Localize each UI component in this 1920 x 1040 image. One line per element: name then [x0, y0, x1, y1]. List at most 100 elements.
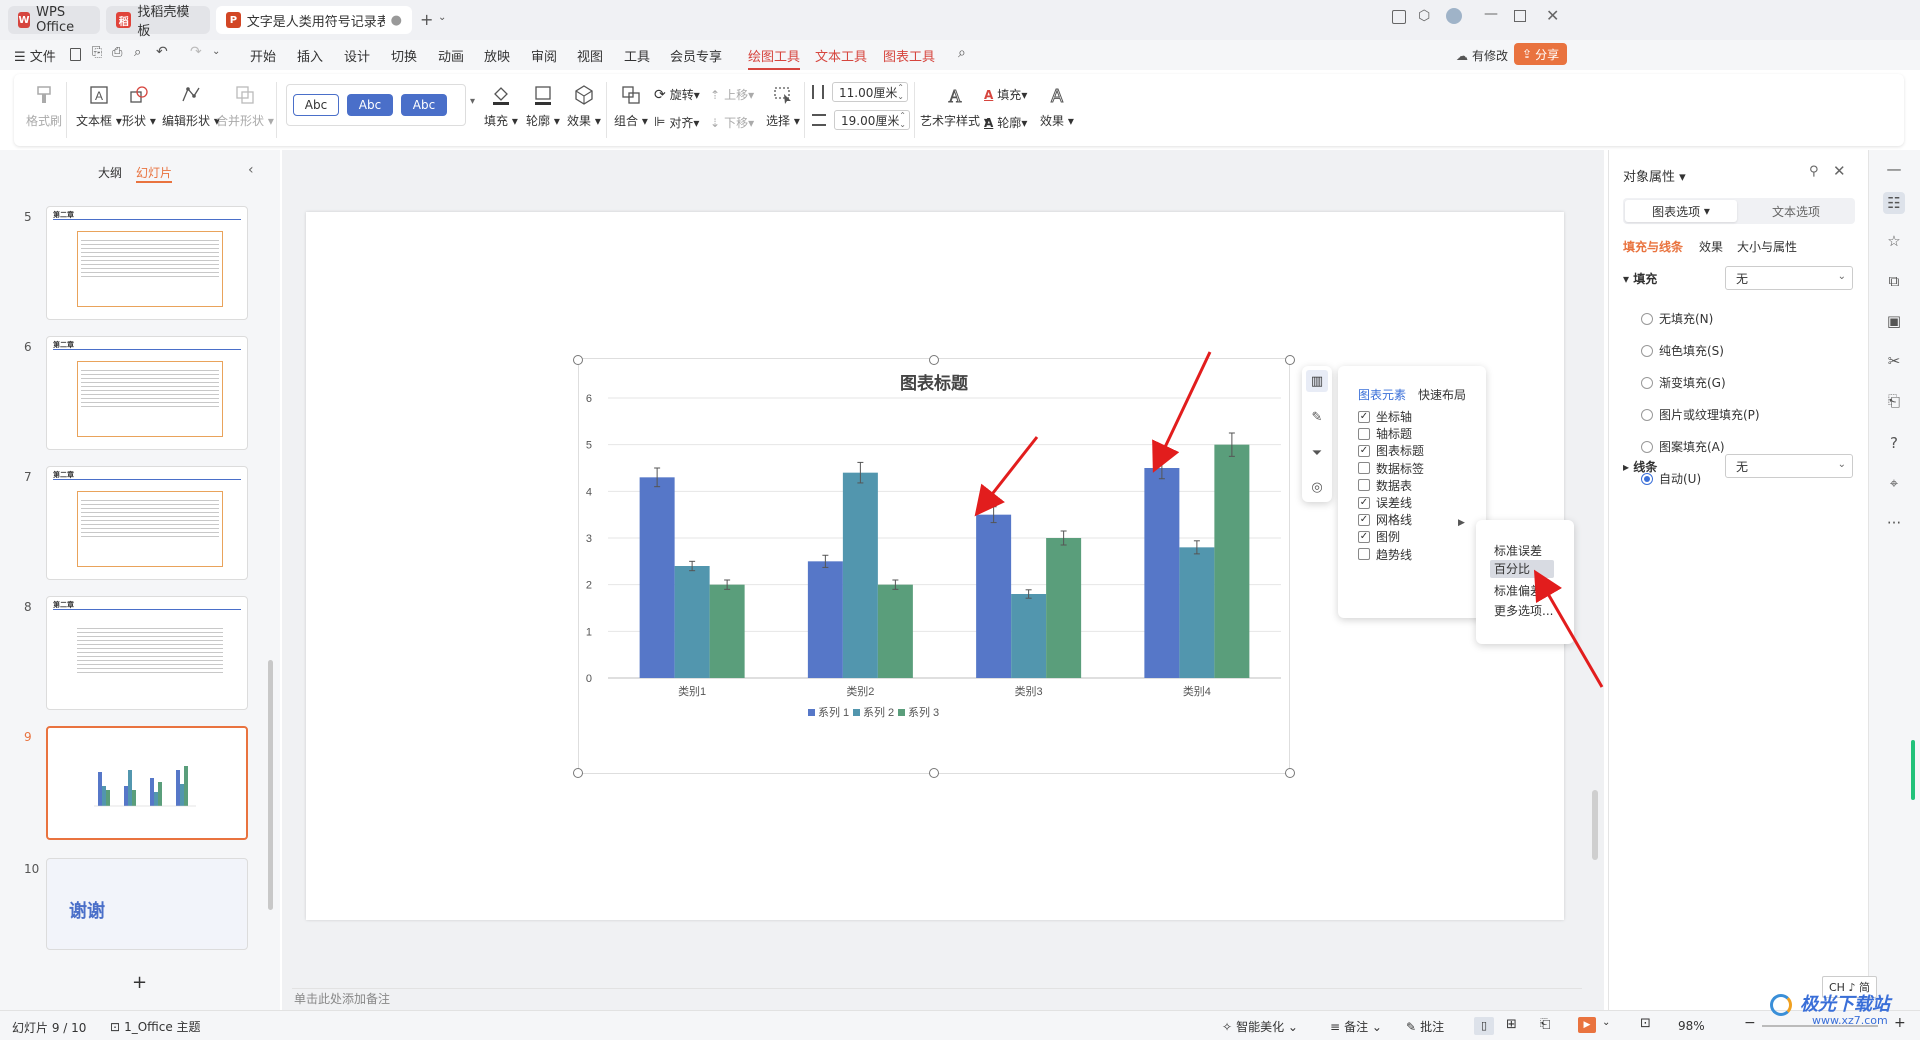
- width-input[interactable]: 11.00厘米 ⌃ ⌄: [832, 82, 908, 102]
- chart-filter-icon[interactable]: ⏷: [1306, 442, 1328, 464]
- menu-design[interactable]: 设计: [344, 46, 370, 65]
- more-icon[interactable]: ⌄: [212, 46, 220, 57]
- bar[interactable]: [877, 584, 913, 678]
- tab-text-options[interactable]: 文本选项: [1739, 200, 1853, 222]
- chart-title[interactable]: 图表标题: [900, 373, 969, 393]
- style-filled-1[interactable]: Abc: [347, 94, 393, 116]
- search-icon[interactable]: ⌕: [958, 45, 966, 61]
- image-icon[interactable]: ▣: [1883, 310, 1905, 332]
- subtab-fill-line[interactable]: 填充与线条: [1623, 238, 1683, 255]
- chart-element-option[interactable]: 趋势线: [1358, 546, 1412, 563]
- outline-button[interactable]: 轮廓 ▾: [526, 84, 560, 129]
- fill-button[interactable]: 填充 ▾: [484, 84, 518, 129]
- menu-text-tools[interactable]: 文本工具: [815, 46, 867, 65]
- avatar[interactable]: [1446, 8, 1462, 24]
- fill-dropdown[interactable]: 无 ⌄: [1725, 266, 1853, 290]
- print-icon[interactable]: ⎙: [112, 45, 122, 60]
- cursor-icon[interactable]: ⌖: [1883, 472, 1905, 494]
- menu-tools[interactable]: 工具: [624, 46, 650, 65]
- bar[interactable]: [674, 566, 710, 678]
- modified-status[interactable]: ☁ 有修改: [1456, 47, 1508, 64]
- line-section[interactable]: ▸ 线条: [1623, 458, 1657, 475]
- bar[interactable]: [976, 514, 1012, 678]
- theme-indicator[interactable]: ⊡ 1_Office 主题: [110, 1018, 201, 1035]
- slides-tab[interactable]: 幻灯片: [136, 164, 173, 183]
- nav-scrollbar[interactable]: [268, 660, 273, 910]
- export-icon[interactable]: ⎘: [92, 45, 102, 60]
- line-dropdown[interactable]: 无 ⌄: [1725, 454, 1853, 478]
- style-filled-2[interactable]: Abc: [401, 94, 447, 116]
- chart-elements-icon[interactable]: ▥: [1306, 370, 1328, 392]
- properties-icon[interactable]: ☷: [1883, 192, 1905, 214]
- submenu-more-options[interactable]: 更多选项...: [1494, 602, 1553, 619]
- chart-element-option[interactable]: 轴标题: [1358, 425, 1412, 442]
- select-button[interactable]: 选择 ▾: [766, 84, 800, 129]
- file-menu[interactable]: ☰ 文件: [14, 46, 56, 65]
- undo-icon[interactable]: ↶: [156, 44, 168, 60]
- menu-insert[interactable]: 插入: [297, 46, 323, 65]
- menu-chart-tools[interactable]: 图表工具: [883, 46, 935, 65]
- slide-thumbnail-5[interactable]: 第二章: [46, 206, 248, 320]
- maximize-icon[interactable]: [1514, 10, 1526, 22]
- outline-tab[interactable]: 大纲: [98, 164, 122, 181]
- play-menu-icon[interactable]: ⌄: [1602, 1017, 1610, 1028]
- legend-label[interactable]: 系列 2: [863, 705, 894, 719]
- bar[interactable]: [1214, 444, 1250, 678]
- menu-drawing-tools[interactable]: 绘图工具: [748, 46, 801, 70]
- close-pane-icon[interactable]: ✕: [1833, 162, 1846, 180]
- spinner-icon[interactable]: ⌃ ⌄: [897, 83, 904, 101]
- radio-button[interactable]: [1641, 408, 1653, 421]
- chart-element-option[interactable]: 数据表: [1358, 477, 1412, 494]
- checkbox-checked-icon[interactable]: ✓: [1358, 530, 1370, 543]
- play-icon[interactable]: ▶: [1578, 1017, 1596, 1033]
- subtab-effect[interactable]: 效果: [1699, 238, 1723, 255]
- menu-animation[interactable]: 动画: [438, 46, 464, 65]
- normal-view-icon[interactable]: ▯: [1474, 1017, 1494, 1035]
- height-input[interactable]: 19.00厘米 ⌃ ⌄: [834, 110, 910, 130]
- resize-handle[interactable]: [929, 355, 939, 365]
- book-icon[interactable]: ⎗: [1883, 390, 1905, 412]
- radio-button[interactable]: [1641, 344, 1653, 357]
- tab-document[interactable]: P 文字是人类用符号记录表达信息以 ●: [216, 6, 412, 34]
- fill-option[interactable]: 渐变填充(G): [1641, 374, 1726, 391]
- bar[interactable]: [709, 584, 745, 678]
- save-icon[interactable]: [70, 48, 81, 61]
- resize-handle[interactable]: [573, 768, 583, 778]
- minimize-pane-icon[interactable]: —: [1883, 158, 1905, 180]
- reading-view-icon[interactable]: ⎗: [1540, 1017, 1550, 1032]
- slide-thumbnail-8[interactable]: 第二章: [46, 596, 248, 710]
- bar[interactable]: [842, 472, 878, 678]
- tab-chart-elements[interactable]: 图表元素: [1358, 386, 1406, 403]
- text-effect-button[interactable]: A 效果 ▾: [1040, 84, 1074, 129]
- slide-thumbnail-7[interactable]: 第二章: [46, 466, 248, 580]
- scroll-thumb[interactable]: [1592, 790, 1598, 860]
- bar[interactable]: [1144, 468, 1180, 678]
- menu-transition[interactable]: 切换: [391, 46, 417, 65]
- submenu-percentage[interactable]: 百分比: [1490, 560, 1554, 578]
- notes-placeholder[interactable]: 单击此处添加备注: [294, 990, 390, 1007]
- radio-button[interactable]: [1641, 440, 1653, 453]
- tab-template[interactable]: 稻 找稻壳模板: [106, 5, 210, 39]
- bring-up-button[interactable]: ⇡ 上移 ▾: [710, 86, 754, 103]
- minimize-icon[interactable]: —: [1484, 6, 1498, 22]
- bar[interactable]: [807, 561, 843, 678]
- rotate-button[interactable]: ⟳ 旋转 ▾: [654, 86, 700, 103]
- zoom-out-icon[interactable]: −: [1744, 1015, 1756, 1031]
- slide-thumbnail-9[interactable]: [46, 726, 248, 840]
- chart-element-option[interactable]: ✓ 图表标题: [1358, 442, 1424, 459]
- beautify-button[interactable]: ✧ 智能美化 ⌄: [1222, 1018, 1298, 1035]
- slide-thumbnail-6[interactable]: 第二章: [46, 336, 248, 450]
- fit-window-icon[interactable]: ⊡: [1640, 1016, 1651, 1031]
- collapse-pane-icon[interactable]: ‹: [248, 162, 254, 178]
- radio-button[interactable]: [1641, 376, 1653, 389]
- fill-option[interactable]: 图片或纹理填充(P): [1641, 406, 1760, 423]
- textbox-button[interactable]: A 文本框 ▾: [76, 84, 122, 129]
- checkbox-icon[interactable]: [1358, 427, 1370, 440]
- checkbox-checked-icon[interactable]: ✓: [1358, 410, 1370, 423]
- checkbox-checked-icon[interactable]: ✓: [1358, 496, 1370, 509]
- radio-button[interactable]: [1641, 312, 1653, 325]
- add-slide-button[interactable]: +: [132, 972, 147, 993]
- menu-home[interactable]: 开始: [250, 46, 276, 65]
- fill-option[interactable]: 纯色填充(S): [1641, 342, 1724, 359]
- notes-button[interactable]: ≡ 备注 ⌄: [1330, 1018, 1382, 1035]
